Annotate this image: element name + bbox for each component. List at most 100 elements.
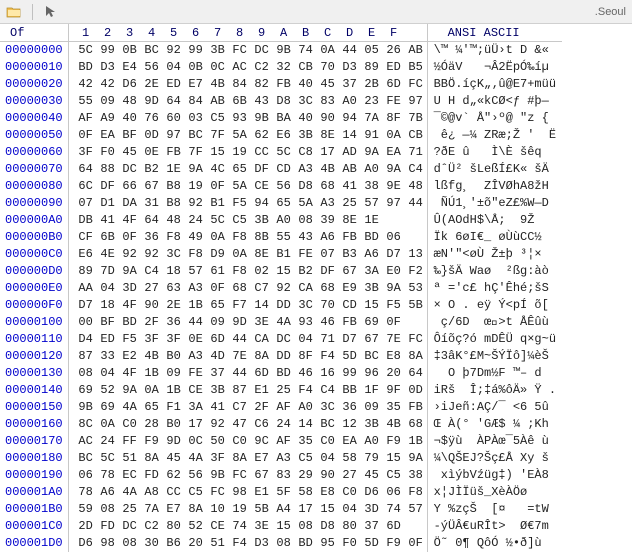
hex-byte[interactable]: 3A [361, 263, 383, 280]
hex-byte[interactable]: FD [97, 518, 119, 535]
hex-row[interactable]: E64E92923CF8D90A8EB1FE07B3A6D713 [69, 246, 427, 263]
hex-byte[interactable]: 3B [207, 42, 229, 59]
hex-byte[interactable]: 9A [119, 263, 141, 280]
hex-byte[interactable]: FC [229, 42, 251, 59]
hex-byte[interactable]: BC [185, 127, 207, 144]
hex-byte[interactable]: DD [273, 297, 295, 314]
hex-byte[interactable]: D6 [361, 484, 383, 501]
hex-byte[interactable]: E9 [339, 280, 361, 297]
hex-byte[interactable]: 9A [405, 450, 427, 467]
hex-byte[interactable]: 17 [295, 501, 317, 518]
hex-byte[interactable]: 3C [317, 399, 339, 416]
hex-byte[interactable]: F8 [185, 246, 207, 263]
hex-byte[interactable]: CC [251, 144, 273, 161]
hex-byte[interactable]: 2E [163, 297, 185, 314]
hex-byte[interactable]: C7 [251, 280, 273, 297]
hex-byte[interactable]: 8C [75, 416, 97, 433]
hex-byte[interactable]: D9 [207, 246, 229, 263]
hex-byte[interactable]: 4B [207, 76, 229, 93]
hex-byte[interactable]: 9A [383, 280, 405, 297]
hex-byte[interactable]: 3B [295, 127, 317, 144]
hex-byte[interactable]: 0A [317, 42, 339, 59]
hex-byte[interactable]: 7D [97, 263, 119, 280]
hex-byte[interactable]: 83 [273, 467, 295, 484]
hex-byte[interactable]: F8 [163, 229, 185, 246]
hex-byte[interactable]: F0 [97, 144, 119, 161]
hex-byte[interactable]: 05 [361, 42, 383, 59]
hex-byte[interactable]: 5B [251, 501, 273, 518]
hex-byte[interactable]: D8 [295, 178, 317, 195]
hex-byte[interactable]: 5A [229, 127, 251, 144]
ascii-row[interactable]: æN'"<øÙ Ž±þ ³¦× [428, 246, 562, 263]
folder-open-icon[interactable] [6, 4, 22, 20]
offset-cell[interactable]: 00000040 [0, 110, 68, 127]
hex-byte[interactable]: D3 [339, 59, 361, 76]
hex-byte[interactable]: B1 [207, 195, 229, 212]
hex-byte[interactable]: 65 [141, 399, 163, 416]
hex-byte[interactable]: A3 [185, 348, 207, 365]
hex-byte[interactable]: D1 [97, 195, 119, 212]
hex-byte[interactable]: A4 [273, 501, 295, 518]
hex-byte[interactable]: 52 [185, 518, 207, 535]
ascii-row[interactable]: Y %zçŠ [¤ =tW [428, 501, 562, 518]
hex-byte[interactable]: BC [141, 42, 163, 59]
hex-byte[interactable]: 64 [141, 212, 163, 229]
hex-byte[interactable]: F1 [163, 399, 185, 416]
hex-byte[interactable]: 67 [251, 467, 273, 484]
hex-byte[interactable]: AD [339, 144, 361, 161]
hex-byte[interactable]: AB [405, 42, 427, 59]
hex-byte[interactable]: AF [273, 433, 295, 450]
hex-byte[interactable]: 3B [361, 280, 383, 297]
hex-byte[interactable]: 3D [361, 501, 383, 518]
offset-cell[interactable]: 00000130 [0, 365, 68, 382]
hex-byte[interactable]: 08 [295, 212, 317, 229]
hex-byte[interactable]: 3A [185, 399, 207, 416]
hex-byte[interactable]: 0D [405, 382, 427, 399]
hex-byte[interactable]: 15 [273, 263, 295, 280]
hex-byte[interactable]: 15 [383, 450, 405, 467]
offset-cell[interactable]: 000000C0 [0, 246, 68, 263]
hex-byte[interactable]: C7 [229, 399, 251, 416]
hex-byte[interactable]: F5 [383, 297, 405, 314]
hex-byte[interactable]: 67 [339, 263, 361, 280]
hex-byte[interactable]: 3F [163, 331, 185, 348]
hex-byte[interactable]: ED [383, 59, 405, 76]
offset-cell[interactable]: 00000080 [0, 178, 68, 195]
hex-byte[interactable]: E2 [119, 348, 141, 365]
hex-byte[interactable]: 93 [295, 314, 317, 331]
hex-byte[interactable]: BF [119, 127, 141, 144]
hex-byte[interactable]: 44 [229, 365, 251, 382]
hex-byte[interactable]: 04 [295, 331, 317, 348]
hex-byte[interactable]: 9A [383, 161, 405, 178]
hex-byte[interactable]: 78 [75, 484, 97, 501]
hex-byte[interactable]: 58 [339, 450, 361, 467]
hex-byte[interactable]: 68 [405, 416, 427, 433]
hex-byte[interactable]: 19 [185, 178, 207, 195]
hex-byte[interactable]: BC [361, 348, 383, 365]
hex-byte[interactable]: C8 [295, 144, 317, 161]
hex-byte[interactable]: C4 [141, 263, 163, 280]
ascii-row[interactable]: ?ðE û Ì\È ­šêq [428, 144, 562, 161]
hex-byte[interactable]: 24 [185, 212, 207, 229]
hex-byte[interactable]: 8F [383, 110, 405, 127]
hex-byte[interactable]: ED [163, 76, 185, 93]
hex-byte[interactable]: E1 [251, 382, 273, 399]
hex-byte[interactable]: 20 [383, 365, 405, 382]
hex-byte[interactable]: 4F [119, 365, 141, 382]
hex-row[interactable]: 4242D62EEDE74B8482FB4045372B6DFC [69, 76, 427, 93]
hex-byte[interactable]: 38 [405, 467, 427, 484]
hex-byte[interactable]: 6B [229, 93, 251, 110]
hex-byte[interactable]: 2F [251, 399, 273, 416]
ascii-row[interactable]: Û(AOdH$\Å; 9Ž [428, 212, 562, 229]
hex-byte[interactable]: 24 [273, 416, 295, 433]
hex-byte[interactable]: BD [273, 365, 295, 382]
hex-row[interactable]: 2DFDDCC28052CE743E1508D880376D [69, 518, 427, 535]
hex-byte[interactable]: 4F [119, 212, 141, 229]
hex-byte[interactable]: 92 [163, 42, 185, 59]
hex-byte[interactable]: 7E [229, 348, 251, 365]
hex-byte[interactable]: 17 [317, 144, 339, 161]
hex-byte[interactable]: 8B [251, 229, 273, 246]
offset-cell[interactable]: 00000190 [0, 467, 68, 484]
hex-byte[interactable]: 96 [361, 365, 383, 382]
ascii-row[interactable]: ¯©@v` Å"›º@ "z { [428, 110, 562, 127]
